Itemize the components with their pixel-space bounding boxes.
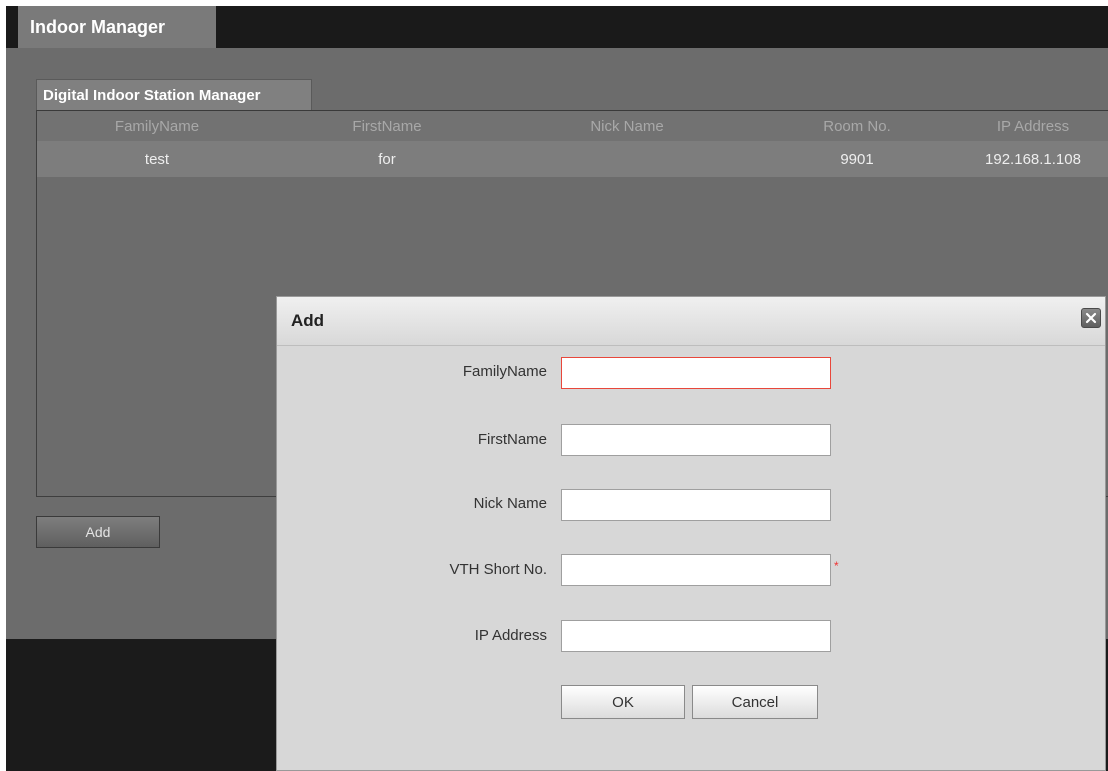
top-tab-bar: Indoor Manager: [6, 6, 1108, 48]
dialog-title: Add: [291, 311, 325, 330]
firstname-label: FirstName: [477, 431, 547, 448]
vth-short-no-input[interactable]: [561, 554, 831, 586]
tab-indoor-manager[interactable]: Indoor Manager: [18, 6, 216, 48]
cell-firstname: for: [378, 150, 396, 168]
add-button[interactable]: Add: [36, 516, 160, 548]
column-header-ip-address[interactable]: IP Address: [957, 111, 1108, 141]
familyname-input[interactable]: [561, 357, 831, 389]
column-header-firstname[interactable]: FirstName: [277, 111, 497, 141]
ip-address-label: IP Address: [474, 627, 547, 644]
tab-digital-indoor-station-manager[interactable]: Digital Indoor Station Manager: [36, 79, 312, 111]
cell-familyname: test: [144, 150, 170, 168]
column-header-familyname[interactable]: FamilyName: [37, 111, 277, 141]
nickname-input[interactable]: [561, 489, 831, 521]
required-mark: *: [834, 559, 839, 573]
nickname-label: Nick Name: [473, 495, 547, 512]
ip-address-input[interactable]: [561, 620, 831, 652]
cell-nickname: [497, 141, 757, 177]
close-icon[interactable]: [1081, 308, 1101, 328]
column-header-room-no[interactable]: Room No.: [757, 111, 957, 141]
table-row[interactable]: test for 9901 192.168.1.108: [37, 141, 1108, 177]
table-header: FamilyName FirstName Nick Name Room No. …: [37, 110, 1108, 141]
dialog-title-bar[interactable]: Add: [277, 297, 1105, 346]
add-dialog: Add FamilyName FirstName Nick Name VTH S…: [276, 296, 1106, 771]
vth-short-no-label: VTH Short No.: [449, 561, 547, 578]
familyname-label: FamilyName: [462, 363, 547, 380]
cell-ip-address: 192.168.1.108: [985, 150, 1081, 168]
cell-room-no: 9901: [840, 150, 874, 168]
cancel-button[interactable]: Cancel: [692, 685, 818, 719]
ok-button[interactable]: OK: [561, 685, 685, 719]
column-header-nickname[interactable]: Nick Name: [497, 111, 757, 141]
firstname-input[interactable]: [561, 424, 831, 456]
